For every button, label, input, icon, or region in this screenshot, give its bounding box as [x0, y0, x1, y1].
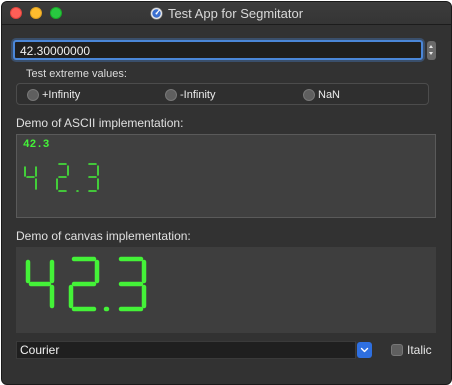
ascii-demo-text: 42.3 — [23, 139, 50, 151]
stepper-up-icon[interactable] — [429, 45, 433, 48]
italic-checkbox[interactable]: Italic — [391, 343, 432, 357]
font-combo-field[interactable]: Courier — [16, 341, 356, 359]
canvas-demo-label: Demo of canvas implementation: — [16, 229, 191, 243]
canvas-demo-view — [16, 247, 436, 333]
italic-label: Italic — [407, 343, 432, 357]
radio-icon[interactable] — [303, 89, 315, 101]
number-input[interactable]: 42.30000000 — [13, 40, 423, 60]
window-title: Test App for Segmitator — [167, 5, 304, 21]
extremes-radio-group: +Infinity -Infinity NaN — [16, 83, 429, 105]
ascii-demo-label: Demo of ASCII implementation: — [16, 116, 184, 130]
radio-label: -Infinity — [180, 89, 216, 101]
title-area: Test App for Segmitator — [2, 2, 451, 24]
radio-label: +Infinity — [42, 89, 81, 101]
radio-plus-infinity[interactable]: +Infinity — [27, 88, 80, 102]
chevron-down-icon[interactable] — [357, 342, 372, 358]
radio-minus-infinity[interactable]: -Infinity — [165, 88, 215, 102]
checkbox-icon[interactable] — [391, 344, 403, 356]
title-bar: Test App for Segmitator — [2, 2, 451, 25]
ascii-demo-view: 42.3 — [16, 134, 436, 218]
radio-icon[interactable] — [27, 89, 39, 101]
radio-label: NaN — [318, 89, 341, 101]
extremes-group-label: Test extreme values: — [26, 68, 127, 80]
ascii-segment-display — [24, 163, 99, 192]
number-input-value: 42.30000000 — [20, 44, 91, 58]
font-combo-button[interactable] — [357, 342, 372, 358]
stepper-down-icon[interactable] — [429, 52, 433, 55]
app-gauge-icon — [150, 6, 163, 20]
font-combo-value: Courier — [20, 343, 60, 357]
radio-nan[interactable]: NaN — [303, 88, 340, 102]
radio-icon[interactable] — [165, 89, 177, 101]
number-stepper[interactable] — [427, 41, 436, 60]
canvas-segment-display — [25, 256, 147, 312]
font-combo-box[interactable]: Courier — [16, 341, 372, 359]
